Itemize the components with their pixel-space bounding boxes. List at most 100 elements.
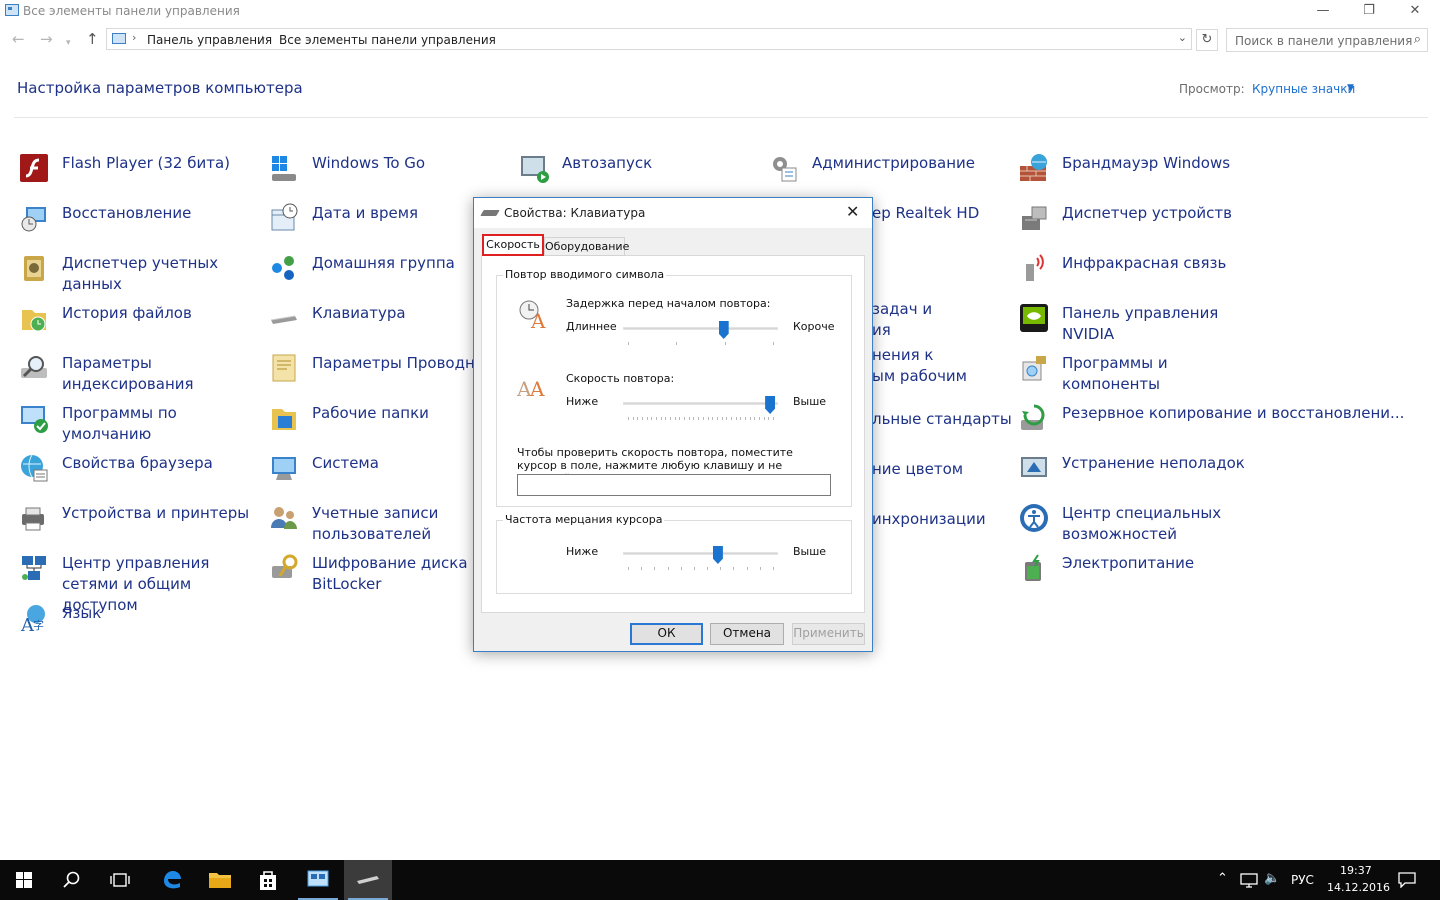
item-system[interactable]: Система xyxy=(268,452,508,496)
taskbar-keyboard-properties-button[interactable] xyxy=(344,860,392,900)
item-firewall[interactable]: Брандмауэр Windows xyxy=(1018,152,1258,196)
cursor-blink-slider-thumb[interactable] xyxy=(712,546,723,564)
item-flash-player[interactable]: Flash Player (32 бита) xyxy=(18,152,258,196)
view-mode-dropdown[interactable]: Крупные значки xyxy=(1252,82,1355,96)
breadcrumb-control-panel[interactable]: Панель управления xyxy=(147,33,272,47)
taskbar-edge-button[interactable] xyxy=(148,860,196,900)
slider-tick xyxy=(707,417,709,420)
autoplay-icon xyxy=(521,156,549,183)
item-ease-of-access[interactable]: Центр специальных возможностей xyxy=(1018,502,1258,546)
apply-button[interactable]: Применить xyxy=(792,623,865,645)
maximize-button[interactable]: ❐ xyxy=(1346,0,1392,24)
item-autoplay[interactable]: Автозапуск xyxy=(518,152,758,196)
item-credential-manager[interactable]: Диспетчер учетных данных xyxy=(18,252,258,296)
repeat-rate-label: Скорость повтора: xyxy=(566,372,675,385)
taskbar-store-button[interactable] xyxy=(244,860,292,900)
breadcrumb-all-items[interactable]: Все элементы панели управления xyxy=(279,33,496,47)
item-administrative-tools[interactable]: Администрирование xyxy=(768,152,1008,196)
item-label: Язык xyxy=(62,604,102,622)
ok-button[interactable]: ОК xyxy=(630,623,703,645)
repeat-delay-icon: A xyxy=(519,300,546,330)
item-nvidia[interactable]: Панель управления NVIDIA xyxy=(1018,302,1258,346)
forward-button[interactable]: → xyxy=(40,31,53,47)
cancel-button[interactable]: Отмена xyxy=(710,623,784,645)
homegroup-icon xyxy=(272,256,294,280)
item-device-manager[interactable]: Диспетчер устройств xyxy=(1018,202,1258,246)
item-programs-features[interactable]: Программы и компоненты xyxy=(1018,352,1258,396)
taskbar-control-panel-button[interactable] xyxy=(294,860,342,900)
close-window-button[interactable]: ✕ xyxy=(1392,0,1438,24)
cursor-blink-ticks xyxy=(628,567,774,571)
taskbar-explorer-button[interactable] xyxy=(196,860,244,900)
item-label: Брандмауэр Windows xyxy=(1062,154,1231,172)
breadcrumb-separator[interactable]: › xyxy=(261,31,265,44)
dialog-title-bar[interactable]: Свойства: Клавиатура ✕ xyxy=(474,198,872,228)
svg-text:A: A xyxy=(529,377,545,400)
taskbar-search-button[interactable] xyxy=(48,860,96,900)
slider-tick xyxy=(707,567,709,570)
item-internet-options[interactable]: Свойства браузера xyxy=(18,452,258,496)
slider-tick xyxy=(768,417,770,420)
item-language[interactable]: A字 Язык xyxy=(18,602,258,646)
repeat-delay-slider-thumb[interactable] xyxy=(718,321,729,339)
item-indexing-options[interactable]: Параметры индексирования xyxy=(18,352,258,396)
clock-time[interactable]: 19:37 xyxy=(1340,864,1372,877)
network-icon[interactable] xyxy=(1240,873,1258,888)
item-network-center[interactable]: Центр управления сетями и общим доступом xyxy=(18,552,258,614)
start-button[interactable] xyxy=(0,860,48,900)
item-label: Восстановление xyxy=(62,204,192,222)
item-bitlocker[interactable]: Шифрование диска BitLocker xyxy=(268,552,508,596)
recent-locations-button[interactable]: ▾ xyxy=(66,35,71,51)
repeat-rate-slider-thumb[interactable] xyxy=(765,396,776,414)
dialog-close-button[interactable]: ✕ xyxy=(846,202,859,221)
view-mode-caret-icon[interactable]: ▼ xyxy=(1347,83,1354,93)
tab-speed[interactable]: Скорость xyxy=(482,234,544,256)
action-center-icon[interactable] xyxy=(1398,872,1416,888)
up-button[interactable]: ↑ xyxy=(86,31,99,47)
item-windows-to-go[interactable]: Windows To Go xyxy=(268,152,508,196)
programs-features-icon xyxy=(1022,356,1046,381)
clock-date[interactable]: 14.12.2016 xyxy=(1327,881,1390,894)
breadcrumb-separator[interactable]: › xyxy=(132,31,136,44)
item-power-options[interactable]: Электропитание xyxy=(1018,552,1258,596)
repeat-delay-slider[interactable] xyxy=(623,327,778,330)
back-button[interactable]: ← xyxy=(12,31,25,47)
search-input[interactable]: Поиск в панели управления ⌕ xyxy=(1226,28,1428,52)
item-label: Диспетчер устройств xyxy=(1062,204,1233,222)
tab-hardware[interactable]: Оборудование xyxy=(544,237,629,256)
item-keyboard[interactable]: Клавиатура xyxy=(268,302,508,346)
task-view-button[interactable] xyxy=(96,860,144,900)
refresh-button[interactable]: ↻ xyxy=(1196,29,1218,51)
view-label: Просмотр: xyxy=(1179,82,1245,96)
item-homegroup[interactable]: Домашняя группа xyxy=(268,252,508,296)
power-options-icon xyxy=(1025,554,1041,581)
tray-overflow-icon[interactable]: ⌃ xyxy=(1217,871,1228,886)
item-explorer-options[interactable]: Параметры Проводника xyxy=(268,352,508,396)
item-infrared[interactable]: Инфракрасная связь xyxy=(1018,252,1258,296)
page-title: Настройка параметров компьютера xyxy=(17,79,303,97)
input-language-indicator[interactable]: РУС xyxy=(1291,873,1314,887)
item-label: Электропитание xyxy=(1062,554,1195,572)
item-file-history[interactable]: История файлов xyxy=(18,302,258,346)
minimize-button[interactable]: — xyxy=(1300,0,1346,24)
repeat-rate-slider[interactable] xyxy=(623,402,778,405)
keyboard-properties-dialog: Свойства: Клавиатура ✕ Повтор вводимого … xyxy=(473,197,873,652)
item-backup-restore[interactable]: Резервное копирование и восстановлени... xyxy=(1018,402,1404,446)
cursor-blink-slider[interactable] xyxy=(623,552,778,555)
search-icon[interactable]: ⌕ xyxy=(1414,32,1421,47)
address-bar[interactable]: › Панель управления › Все элементы панел… xyxy=(106,28,1192,50)
item-work-folders[interactable]: Рабочие папки xyxy=(268,402,508,446)
credential-manager-icon xyxy=(24,256,44,281)
item-default-programs[interactable]: Программы по умолчанию xyxy=(18,402,258,446)
item-devices-printers[interactable]: Устройства и принтеры xyxy=(18,502,258,546)
item-recovery[interactable]: Восстановление xyxy=(18,202,258,246)
address-dropdown-icon[interactable]: ⌄ xyxy=(1178,31,1187,44)
repeat-test-field[interactable] xyxy=(517,474,831,496)
item-date-time[interactable]: Дата и время xyxy=(268,202,508,246)
volume-icon[interactable]: 🔈 xyxy=(1264,871,1280,886)
item-troubleshooting[interactable]: Устранение неполадок xyxy=(1018,452,1258,496)
date-time-icon xyxy=(271,203,298,231)
item-label: Параметры индексирования xyxy=(62,354,194,393)
item-label: Инфракрасная связь xyxy=(1062,254,1227,272)
item-user-accounts[interactable]: Учетные записи пользователей xyxy=(268,502,508,546)
